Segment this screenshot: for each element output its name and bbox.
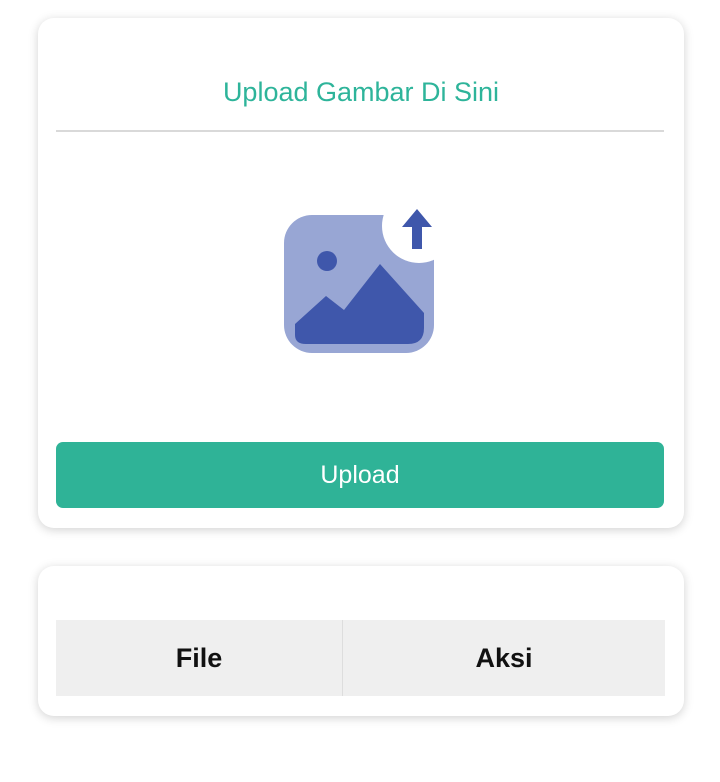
file-column-header: File [56,620,343,696]
file-table: File Aksi [56,620,665,696]
divider [56,130,664,132]
upload-title: Upload Gambar Di Sini [222,77,500,107]
upload-button[interactable]: Upload [56,442,664,508]
file-table-header-row: File Aksi [56,620,665,696]
image-upload-icon [284,189,456,353]
page: Upload Gambar Di Sini Upload File Aksi [0,0,720,782]
action-column-header: Aksi [475,642,533,673]
upload-card: Upload Gambar Di Sini Upload [38,18,684,528]
file-list-card: File Aksi [38,566,684,716]
image-upload-dropzone[interactable] [278,189,456,368]
